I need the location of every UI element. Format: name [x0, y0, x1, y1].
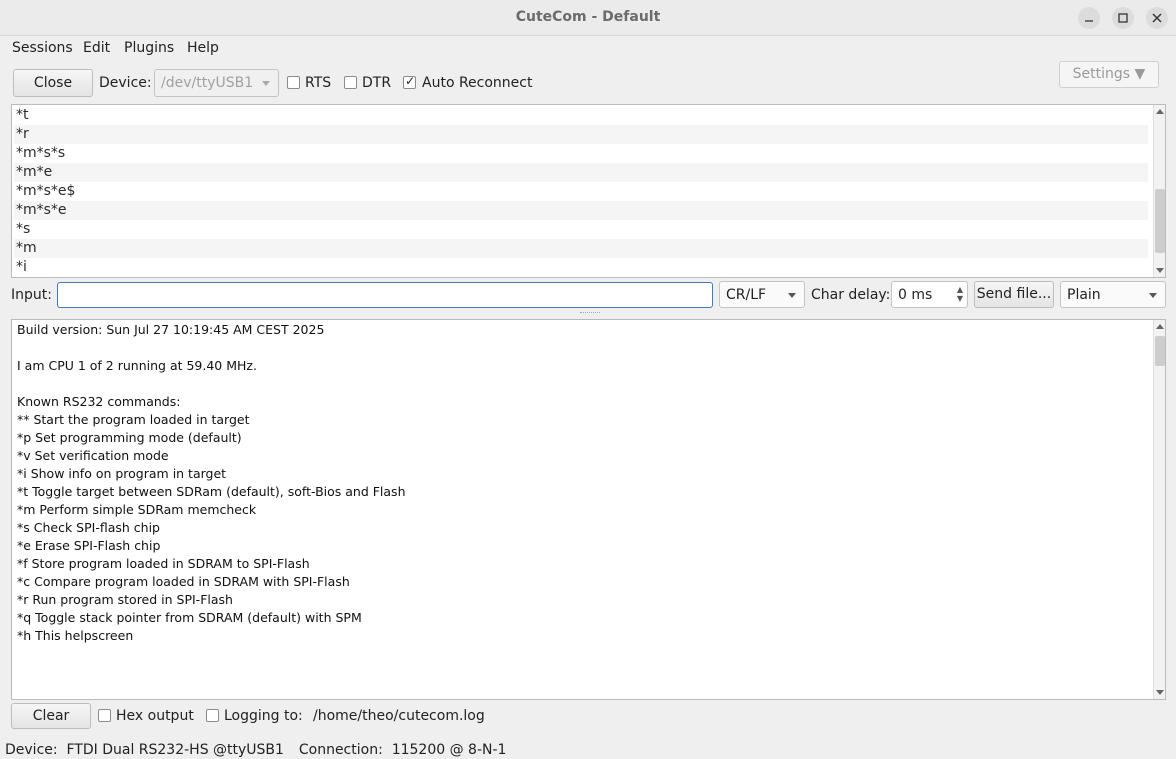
line-end-value: CR/LF [726, 287, 767, 303]
history-item[interactable]: *m*s*s [14, 144, 1148, 163]
output-line: ** Start the program loaded in target [17, 412, 250, 427]
output-line: *q Toggle stack pointer from SDRAM (defa… [17, 610, 362, 625]
history-scrollbar[interactable] [1153, 105, 1165, 277]
close-window-button[interactable] [1146, 7, 1168, 29]
maximize-button[interactable] [1112, 7, 1134, 29]
settings-button[interactable]: Settings ▼ [1059, 61, 1159, 88]
checkmark-icon: ✓ [405, 74, 416, 88]
status-device: Device: FTDI Dual RS232-HS @ttyUSB1 [5, 742, 284, 758]
output-pane[interactable]: Build version: Sun Jul 27 10:19:45 AM CE… [11, 319, 1166, 700]
output-line: *r Run program stored in SPI-Flash [17, 592, 233, 607]
device-value: /dev/ttyUSB1 [161, 75, 254, 91]
input-label: Input: [11, 287, 52, 303]
history-item[interactable]: *i [14, 258, 1148, 277]
output-line: *i Show info on program in target [17, 466, 227, 481]
auto-reconnect-checkbox[interactable]: ✓ [403, 74, 416, 89]
scroll-up-icon[interactable] [1156, 109, 1164, 114]
output-line: *v Set verification mode [17, 448, 169, 463]
output-line: *p Set programming mode (default) [17, 430, 242, 445]
output-line: *t Toggle target between SDRam (default)… [17, 484, 406, 499]
logging-checkbox[interactable] [206, 709, 219, 722]
output-line: *c Compare program loaded in SDRAM with … [17, 574, 350, 589]
history-item[interactable]: *t [14, 106, 1148, 125]
history-item[interactable]: *s [14, 220, 1148, 239]
char-delay-value: 0 ms [898, 287, 933, 303]
minimize-icon [1085, 20, 1093, 22]
history-item[interactable]: *m*s*e$ [14, 182, 1148, 201]
maximize-icon [1118, 13, 1128, 23]
history-item[interactable]: *m [14, 239, 1148, 258]
char-delay-label: Char delay: [811, 287, 891, 303]
output-line: I am CPU 1 of 2 running at 59.40 MHz. [17, 358, 257, 373]
dtr-label: DTR [362, 75, 392, 91]
logging-label: Logging to: [224, 708, 303, 724]
menu-help[interactable]: Help [187, 40, 219, 56]
close-icon [1152, 13, 1162, 23]
output-line: *h This helpscreen [17, 628, 134, 643]
device-select[interactable]: /dev/ttyUSB1 [154, 69, 279, 97]
history-item[interactable]: *m*s*e [14, 201, 1148, 220]
output-line: *m Perform simple SDRam memcheck [17, 502, 257, 517]
output-line: Build version: Sun Jul 27 10:19:45 AM CE… [17, 322, 325, 337]
auto-reconnect-label: Auto Reconnect [422, 75, 533, 91]
device-label: Device: [99, 75, 152, 91]
output-line: Known RS232 commands: [17, 394, 181, 409]
line-end-select[interactable]: CR/LF [719, 281, 805, 308]
output-scrollbar[interactable] [1153, 320, 1165, 699]
window-title: CuteCom - Default [515, 9, 661, 25]
hex-output-checkbox[interactable] [98, 709, 111, 722]
history-pane[interactable]: *t *r *m*s*s *m*e *m*s*e$ *m*s*e *s *m *… [11, 104, 1166, 278]
dtr-checkbox[interactable] [344, 76, 357, 89]
output-line: *e Erase SPI-Flash chip [17, 538, 161, 553]
history-item[interactable]: *m*e [14, 163, 1148, 182]
menu-sessions[interactable]: Sessions [12, 40, 73, 56]
format-value: Plain [1067, 287, 1101, 303]
menu-bar: Sessions Edit Plugins Help [0, 36, 1176, 62]
hex-output-label: Hex output [116, 708, 194, 724]
scroll-thumb[interactable] [1155, 189, 1165, 253]
title-bar: CuteCom - Default [0, 0, 1176, 36]
format-select[interactable]: Plain [1060, 281, 1166, 308]
scroll-down-icon[interactable] [1156, 268, 1164, 273]
status-bar: Device: FTDI Dual RS232-HS @ttyUSB1 Conn… [5, 742, 506, 758]
scroll-down-icon[interactable] [1156, 690, 1164, 695]
minimize-button[interactable] [1078, 7, 1100, 29]
output-line: *f Store program loaded in SDRAM to SPI-… [17, 556, 310, 571]
status-connection: Connection: 115200 @ 8-N-1 [298, 742, 507, 758]
output-line: *s Check SPI-flash chip [17, 520, 160, 535]
clear-button[interactable]: Clear [11, 703, 91, 729]
splitter-handle[interactable] [580, 312, 600, 314]
chevron-down-icon [788, 293, 796, 298]
log-path[interactable]: /home/theo/cutecom.log [313, 708, 485, 724]
menu-plugins[interactable]: Plugins [124, 40, 174, 56]
history-item[interactable]: *r [14, 125, 1148, 144]
char-delay-spinbox[interactable]: 0 ms ▲ ▼ [891, 281, 968, 308]
send-input[interactable] [57, 282, 713, 308]
rts-label: RTS [305, 75, 332, 91]
send-file-button[interactable]: Send file... [974, 281, 1054, 308]
scroll-up-icon[interactable] [1156, 324, 1164, 329]
chevron-down-icon [262, 81, 270, 86]
close-port-button[interactable]: Close [13, 69, 93, 97]
rts-checkbox[interactable] [287, 76, 300, 89]
scroll-thumb[interactable] [1155, 336, 1165, 366]
menu-edit[interactable]: Edit [83, 40, 110, 56]
spin-arrows-icon[interactable]: ▲ ▼ [957, 285, 963, 303]
chevron-down-icon [1149, 293, 1157, 298]
